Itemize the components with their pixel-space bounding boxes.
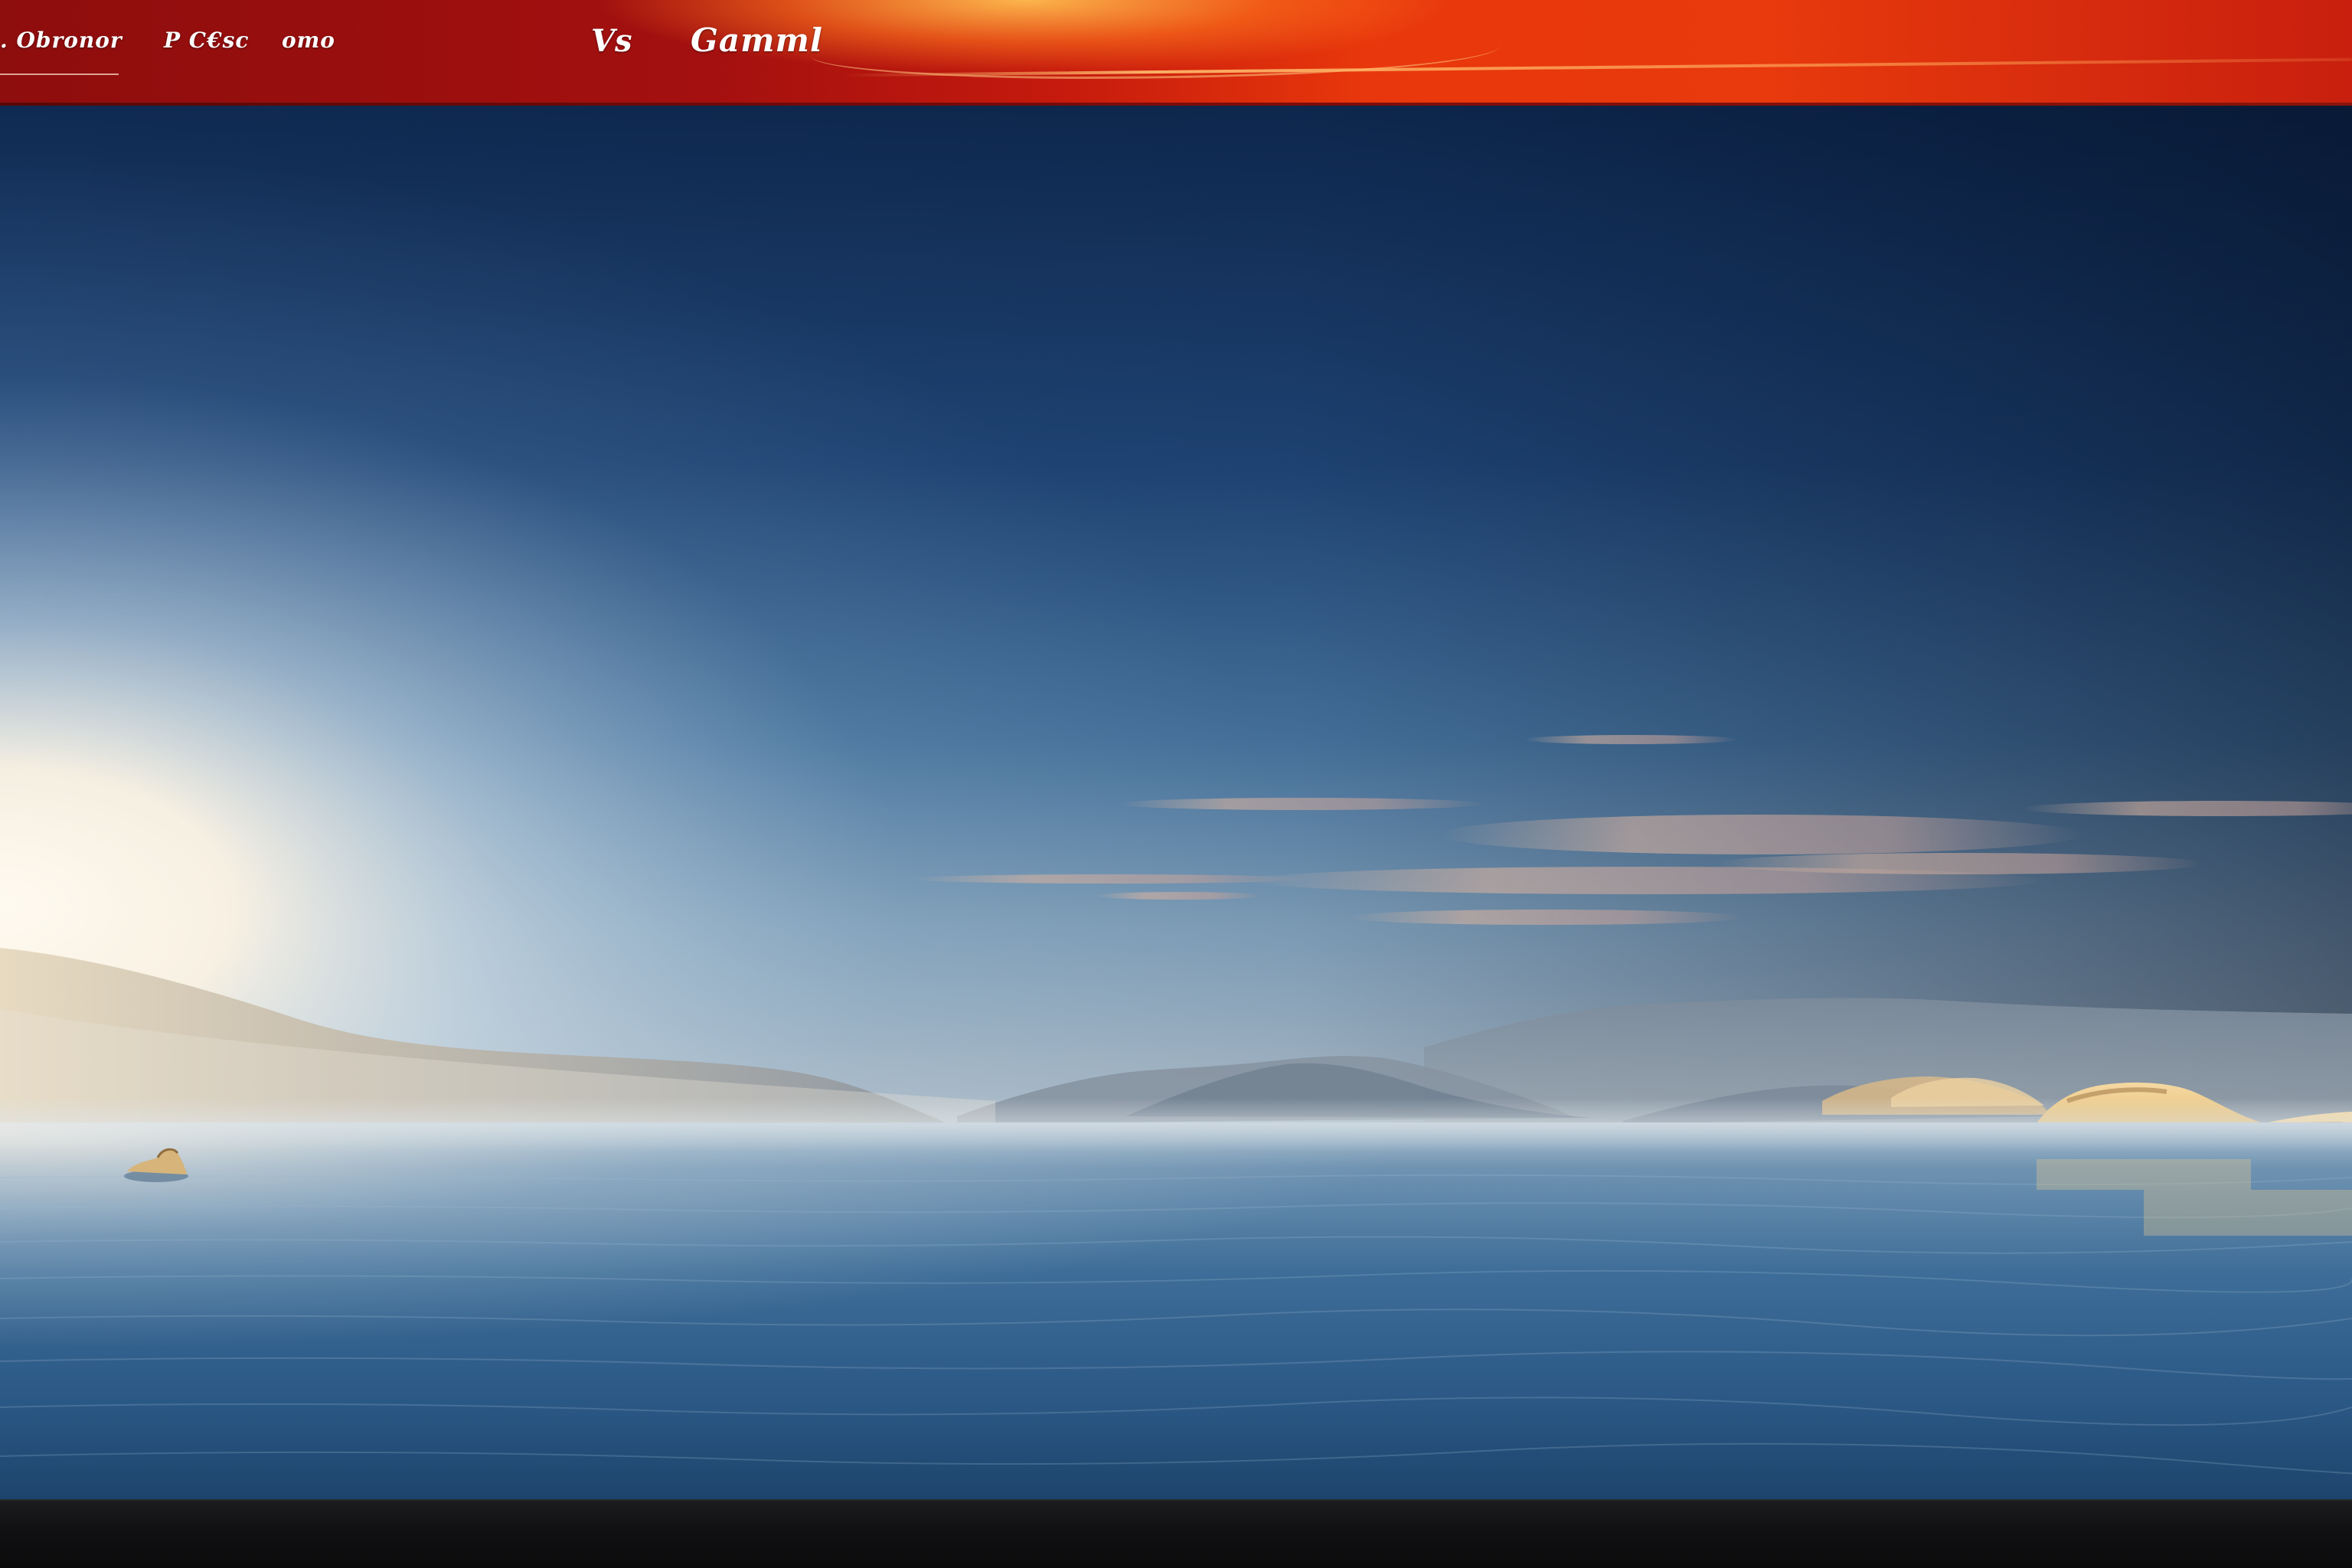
screen: . Obronor P C€sc omo Vs Gamml bbox=[0, 0, 2352, 1568]
nav-item-1[interactable]: . Obronor bbox=[0, 28, 122, 53]
brand-title: Gamml bbox=[691, 21, 823, 59]
bottom-taskbar bbox=[0, 1499, 2352, 1568]
seascape-illustration bbox=[0, 106, 2352, 1499]
nav-item-2[interactable]: P C€sc bbox=[164, 28, 249, 53]
nav-item-3[interactable]: omo bbox=[282, 28, 335, 53]
brand-mark: Vs bbox=[591, 23, 632, 59]
wallpaper-seascape bbox=[0, 106, 2352, 1499]
active-nav-underline bbox=[0, 74, 119, 75]
top-header-bar: . Obronor P C€sc omo Vs Gamml bbox=[0, 0, 2352, 106]
horizon-mist bbox=[0, 1098, 2352, 1152]
